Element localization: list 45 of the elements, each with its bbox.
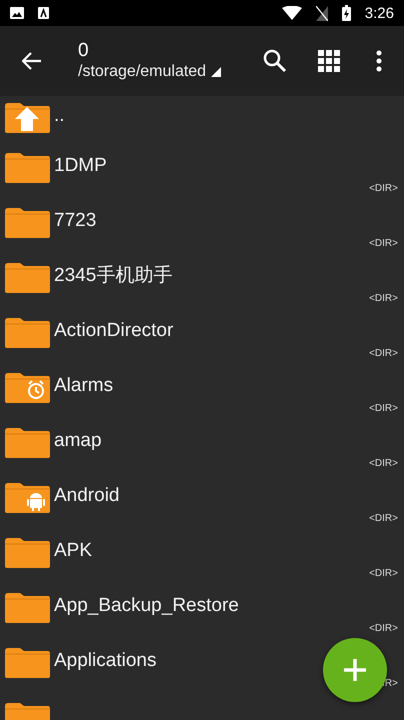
file-name[interactable]: Android [54,484,120,508]
path-dropdown[interactable]: /storage/emulated [78,62,252,82]
file-name[interactable]: APK [54,539,92,563]
image-icon [10,7,24,19]
folder-title: 0 [78,40,90,62]
file-name[interactable]: Alarms [54,374,114,398]
alarm-folder-icon [3,372,51,404]
file-name[interactable]: amap [54,429,102,453]
parent-folder-icon [3,102,51,134]
type-label: <DIR> [369,293,398,304]
folder-icon [3,152,51,184]
folder-icon [3,537,51,569]
folder-icon [3,427,51,459]
wifi-icon [282,6,302,20]
app-icon [38,7,49,19]
more-icon [376,50,382,72]
file-name[interactable]: Applications [54,649,156,673]
no-signal-icon [316,6,328,20]
android-folder-icon [3,482,51,514]
file-name[interactable]: 1DMP [54,154,107,178]
plus-icon [343,658,367,682]
file-name[interactable]: 7723 [54,209,96,233]
folder-icon [3,317,51,349]
type-label: <DIR> [369,513,398,524]
type-label: <DIR> [369,238,398,249]
folder-icon [3,592,51,624]
type-label: <DIR> [369,623,398,634]
file-name[interactable]: 2345手机助手 [54,264,172,288]
file-name[interactable]: .. [54,104,65,128]
folder-icon [3,262,51,294]
type-label: <DIR> [369,458,398,469]
folder-icon [3,207,51,239]
type-label: <DIR> [369,348,398,359]
type-label: <DIR> [369,183,398,194]
file-name[interactable]: ActionDirector [54,319,174,343]
search-icon [263,49,287,73]
clock-time: 3:26 [364,4,394,22]
folder-icon [3,647,51,679]
grid-icon [318,50,340,72]
file-name[interactable]: App_Backup_Restore [54,594,239,618]
battery-charging-icon [342,5,351,21]
back-arrow-icon [22,52,42,70]
dropdown-triangle-icon [211,67,222,77]
type-label: <DIR> [369,403,398,414]
type-label: <DIR> [369,568,398,579]
